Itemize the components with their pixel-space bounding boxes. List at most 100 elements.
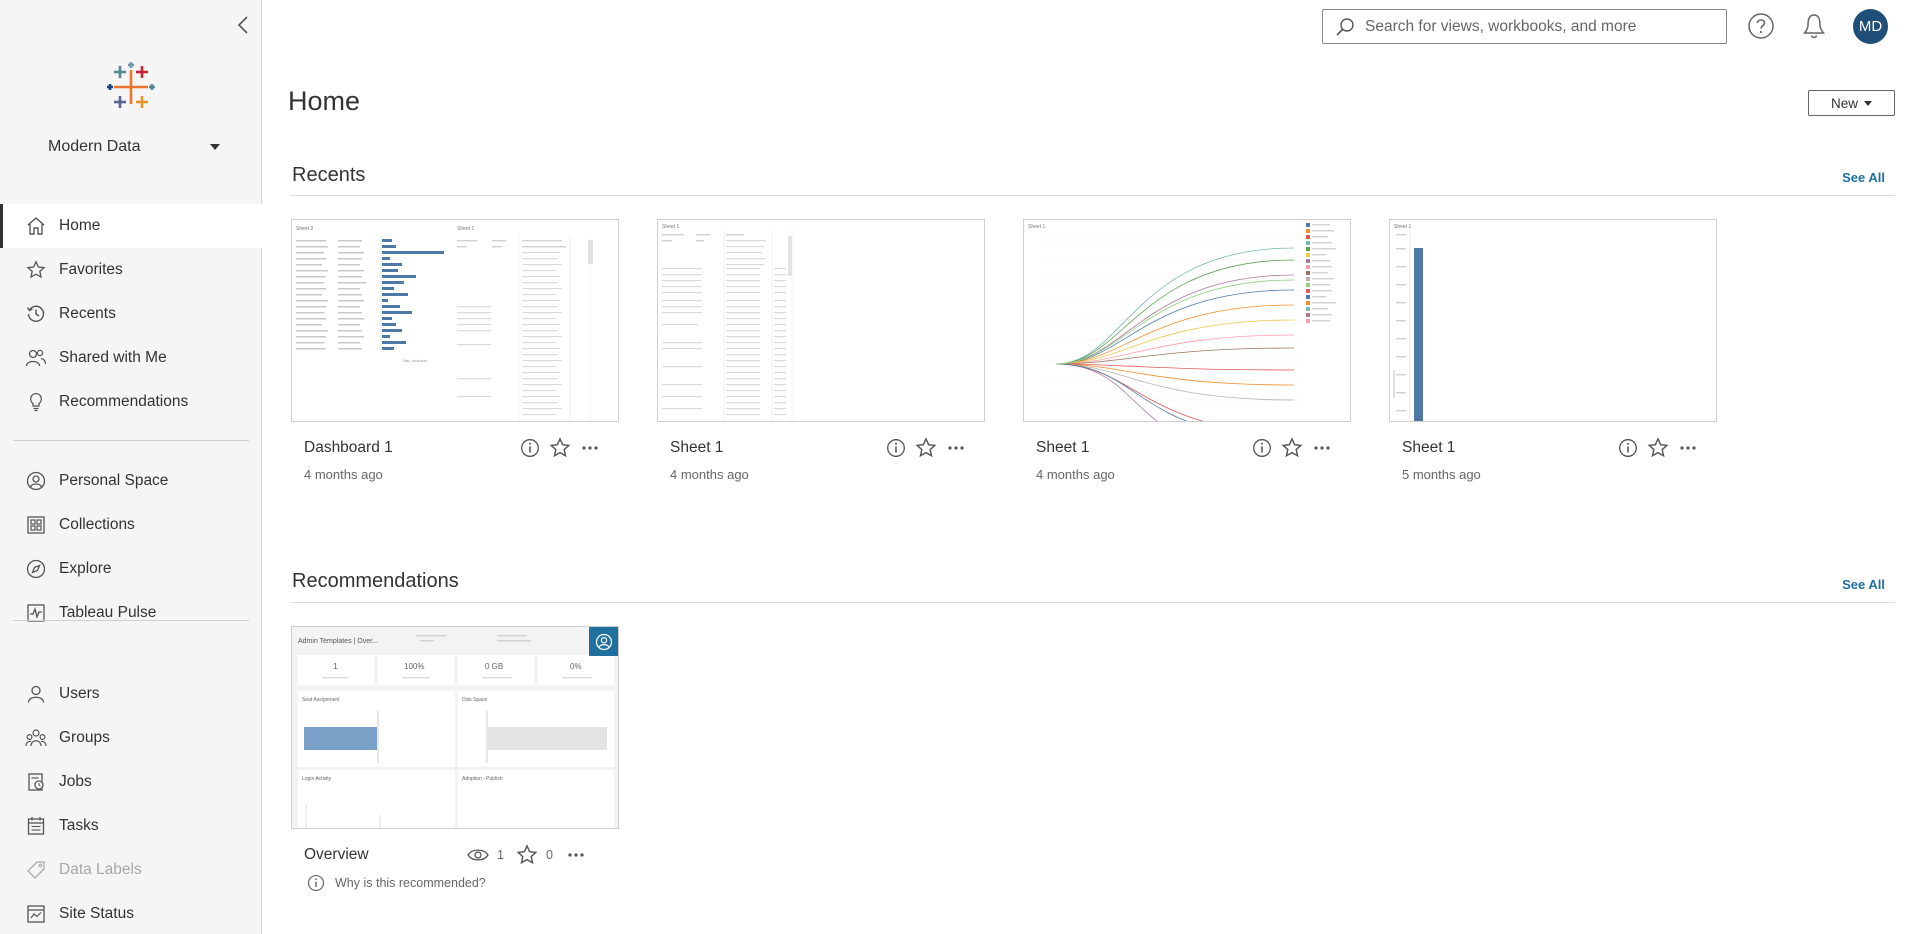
card-title[interactable]: Overview <box>304 846 369 864</box>
recents-see-all-link[interactable]: See All <box>1842 170 1885 185</box>
new-button-label: New <box>1830 95 1858 111</box>
dashboard-thumbnail[interactable]: Sheet 2 Sheet 1 Total_value/sum <box>291 219 619 422</box>
svg-text:Disk Space: Disk Space <box>462 697 488 703</box>
overview-thumbnail[interactable]: Admin Templates | Over... 1 100% 0 GB 0%… <box>291 626 619 829</box>
favorite-button[interactable] <box>911 433 941 463</box>
sidebar-item-groups[interactable]: Groups <box>0 716 262 760</box>
new-button[interactable]: New <box>1808 90 1895 116</box>
sidebar-item-explore[interactable]: Explore <box>0 547 262 591</box>
star-icon <box>1281 437 1303 458</box>
help-button[interactable] <box>1747 12 1775 40</box>
recent-card: Sheet 1 Sheet 1 4 months ago <box>657 219 985 482</box>
sidebar-item-shared-with-me[interactable]: Shared with Me <box>0 336 262 380</box>
sidebar-item-tasks[interactable]: Tasks <box>0 804 262 848</box>
more-horizontal-icon <box>568 853 584 857</box>
sheet-thumbnail[interactable]: Sheet 1 <box>1023 219 1351 422</box>
favorite-button[interactable] <box>512 840 542 870</box>
sheet-thumbnail[interactable]: Sheet 1 <box>657 219 985 422</box>
sidebar-item-recents[interactable]: Recents <box>0 292 262 336</box>
sidebar-item-label: Data Labels <box>59 861 142 878</box>
sheet-thumbnail[interactable]: Sheet 1 <box>1389 219 1717 422</box>
search-input[interactable] <box>1365 17 1705 36</box>
sidebar-item-label: Home <box>59 217 101 234</box>
more-actions-button[interactable] <box>561 840 591 870</box>
sidebar-item-users[interactable]: Users <box>0 672 262 716</box>
card-actions <box>881 433 971 463</box>
why-recommended-text: Why is this recommended? <box>335 876 486 890</box>
favorite-button[interactable] <box>1643 433 1673 463</box>
favorite-button[interactable] <box>1277 433 1307 463</box>
person-circle-icon <box>25 470 47 492</box>
card-title[interactable]: Sheet 1 <box>1036 439 1089 457</box>
sidebar-item-label: Groups <box>59 729 110 746</box>
collections-icon <box>25 514 47 536</box>
tag-icon <box>25 859 47 881</box>
card-timestamp: 4 months ago <box>304 467 383 482</box>
recent-card: Sheet 1 Sheet 1 4 months ago <box>1023 219 1351 482</box>
sidebar-item-tableau-pulse[interactable]: Tableau Pulse <box>0 591 262 635</box>
nav-group-content: Personal Space Collections Explore Table… <box>0 459 262 635</box>
svg-text:1: 1 <box>333 662 338 671</box>
more-actions-button[interactable] <box>1673 433 1703 463</box>
sidebar-item-home[interactable]: Home <box>0 204 262 248</box>
info-icon <box>1619 439 1637 457</box>
more-actions-button[interactable] <box>1307 433 1337 463</box>
sidebar-item-label: Users <box>59 685 100 702</box>
sidebar-item-label: Explore <box>59 560 112 577</box>
site-selector[interactable]: Modern Data <box>48 136 220 158</box>
sidebar-item-jobs[interactable]: Jobs <box>0 760 262 804</box>
more-horizontal-icon <box>1314 446 1330 450</box>
sidebar-item-label: Collections <box>59 516 135 533</box>
shared-users-icon <box>25 347 47 369</box>
search-icon <box>1336 17 1354 36</box>
more-actions-button[interactable] <box>941 433 971 463</box>
recent-card: Sheet 1 Sheet 1 5 months ago <box>1389 219 1717 482</box>
collapse-sidebar-button[interactable] <box>234 14 254 36</box>
help-icon <box>1748 13 1774 39</box>
card-timestamp: 4 months ago <box>1036 467 1115 482</box>
why-recommended-link[interactable]: Why is this recommended? <box>307 874 486 892</box>
caret-down-icon <box>210 144 220 150</box>
info-icon <box>1253 439 1271 457</box>
info-button[interactable] <box>1247 433 1277 463</box>
sidebar-item-label: Personal Space <box>59 472 169 489</box>
svg-text:Sheet 1: Sheet 1 <box>662 224 679 230</box>
recommendation-badge <box>589 627 618 656</box>
explore-icon <box>25 558 47 580</box>
sidebar-item-site-status[interactable]: Site Status <box>0 892 262 934</box>
info-icon <box>307 874 325 892</box>
svg-text:Sheet 1: Sheet 1 <box>1394 224 1411 230</box>
info-icon <box>887 439 905 457</box>
svg-text:Total_value/sum: Total_value/sum <box>402 359 427 363</box>
search-box[interactable] <box>1322 9 1727 44</box>
star-icon <box>516 844 538 865</box>
notifications-button[interactable] <box>1800 12 1828 40</box>
info-button[interactable] <box>1613 433 1643 463</box>
favorite-button[interactable] <box>545 433 575 463</box>
card-title[interactable]: Sheet 1 <box>670 439 723 457</box>
sidebar-item-personal-space[interactable]: Personal Space <box>0 459 262 503</box>
info-button[interactable] <box>515 433 545 463</box>
sidebar-item-label: Tasks <box>59 817 99 834</box>
user-icon <box>25 683 47 705</box>
sidebar-item-label: Site Status <box>59 905 134 922</box>
info-button[interactable] <box>881 433 911 463</box>
home-icon <box>25 215 47 237</box>
svg-text:0%: 0% <box>570 662 582 671</box>
recommendations-see-all-link[interactable]: See All <box>1842 577 1885 592</box>
sidebar-item-recommendations[interactable]: Recommendations <box>0 380 262 424</box>
more-actions-button[interactable] <box>575 433 605 463</box>
more-horizontal-icon <box>1680 446 1696 450</box>
svg-text:Sheet 2: Sheet 2 <box>296 226 313 232</box>
recommendation-card: Admin Templates | Over... 1 100% 0 GB 0%… <box>291 626 619 892</box>
card-title[interactable]: Dashboard 1 <box>304 439 393 457</box>
sidebar-item-collections[interactable]: Collections <box>0 503 262 547</box>
user-avatar[interactable]: MD <box>1853 9 1888 44</box>
info-icon <box>521 439 539 457</box>
sidebar: Modern Data Home Favorites Recents Share… <box>0 0 262 934</box>
card-title[interactable]: Sheet 1 <box>1402 439 1455 457</box>
views-indicator <box>463 840 493 870</box>
svg-text:Sheet 1: Sheet 1 <box>457 226 474 232</box>
sidebar-item-favorites[interactable]: Favorites <box>0 248 262 292</box>
eye-icon <box>467 849 489 861</box>
